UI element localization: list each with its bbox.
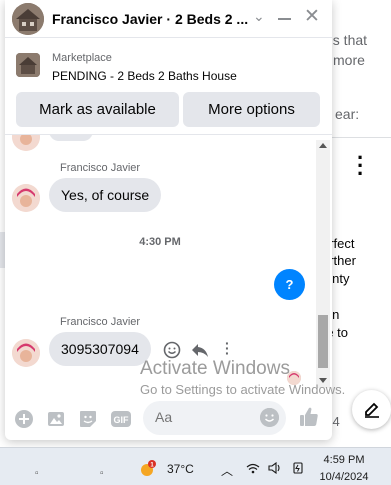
emoji-icon[interactable]: [260, 408, 279, 427]
chat-window: Francisco Javier · 2 Beds 2 ... ⌄ ✕ Mark…: [5, 0, 332, 440]
background-text: ear:: [335, 106, 360, 122]
speaker-icon: [268, 461, 280, 475]
sticker-face-icon: [80, 411, 96, 427]
chat-header[interactable]: Francisco Javier · 2 Beds 2 ... ⌄ ✕: [5, 0, 332, 38]
message-composer: GIF: [5, 398, 332, 440]
message-input[interactable]: [155, 409, 255, 425]
taskbar-app-icon[interactable]: ▫: [35, 468, 39, 479]
like-icon[interactable]: [298, 406, 320, 434]
sender-name: Francisco Javier: [60, 162, 141, 174]
new-message-button[interactable]: [352, 390, 391, 429]
message-bubble: 3095307094: [49, 332, 151, 366]
person-avatar-icon: [12, 339, 40, 367]
image-icon: [48, 412, 64, 426]
wifi-signal-icon: [246, 463, 260, 474]
gif-icon[interactable]: GIF: [110, 409, 132, 433]
sender-avatar: [12, 184, 40, 212]
chevron-down-icon[interactable]: ⌄: [253, 8, 265, 25]
person-avatar-icon: [12, 184, 40, 212]
house-thumbnail-icon: [12, 3, 44, 35]
marketplace-label: Marketplace: [52, 52, 112, 64]
scroll-up-arrow-icon[interactable]: [319, 143, 327, 148]
mark-as-available-button[interactable]: Mark as available: [16, 92, 179, 127]
time-separator: 4:30 PM: [139, 236, 181, 248]
listing-title: PENDING - 2 Beds 2 Baths House: [52, 69, 237, 83]
message-bubble: Yes, of course: [49, 178, 162, 212]
sent-message-bubble: ?: [274, 269, 305, 300]
clock-time[interactable]: 4:59 PM: [322, 454, 366, 466]
compose-icon: [364, 402, 379, 418]
taskbar: ▫ ▫ 1 37°C ︿ 4:59 PM 10/4/2024: [0, 447, 391, 485]
taskbar-app-icon[interactable]: ▫: [100, 468, 104, 479]
background-divider: [322, 137, 391, 138]
temperature[interactable]: 37°C: [167, 462, 194, 476]
plus-circle-icon: [15, 410, 33, 428]
sender-avatar: [12, 339, 40, 367]
listing-thumbnail: [16, 53, 40, 77]
seen-indicator-avatar: [287, 371, 301, 385]
add-icon[interactable]: [14, 409, 34, 433]
gif-label: GIF: [114, 415, 130, 425]
background-text: more: [333, 52, 365, 68]
battery-icon[interactable]: [292, 462, 304, 477]
thumbs-up-icon: [300, 407, 318, 426]
show-hidden-icons-chevron-up-icon[interactable]: ︿: [221, 462, 233, 479]
reply-icon[interactable]: [191, 342, 209, 361]
sender-avatar: [12, 135, 40, 151]
marketplace-card: Marketplace PENDING - 2 Beds 2 Baths Hou…: [5, 39, 332, 135]
person-avatar-icon: [287, 371, 301, 385]
weather-icon[interactable]: 1: [138, 460, 156, 476]
clock-date[interactable]: 10/4/2024: [318, 471, 370, 483]
more-options-button[interactable]: More options: [183, 92, 320, 127]
volume-icon[interactable]: [268, 461, 282, 477]
more-actions-icon[interactable]: · · ·: [225, 336, 230, 360]
message-scrollbar[interactable]: [316, 140, 330, 388]
smiley-icon: [163, 341, 181, 359]
scroll-down-arrow-icon[interactable]: [319, 378, 327, 383]
message-list: Francisco Javier Yes, of course 4:30 PM …: [5, 135, 332, 388]
minimize-icon[interactable]: [278, 18, 291, 20]
sender-name: Francisco Javier: [60, 316, 141, 328]
house-thumbnail-icon: [16, 53, 40, 77]
contact-avatar[interactable]: [12, 3, 44, 35]
sticker-icon[interactable]: [78, 409, 98, 433]
photo-icon[interactable]: [46, 409, 66, 433]
react-icon[interactable]: [163, 341, 181, 362]
wifi-icon[interactable]: [246, 462, 260, 477]
gif-badge-icon: GIF: [111, 411, 131, 427]
sun-icon: 1: [141, 460, 156, 476]
smiley-icon: [260, 408, 279, 427]
reply-arrow-icon: [192, 344, 208, 357]
message-bubble: [49, 135, 93, 141]
close-icon[interactable]: ✕: [304, 6, 320, 28]
more-options-icon[interactable]: · · ·: [357, 147, 364, 185]
person-avatar-icon: [12, 135, 40, 151]
scroll-thumb[interactable]: [318, 315, 328, 368]
battery-charging-icon: [293, 462, 303, 474]
chat-title[interactable]: Francisco Javier · 2 Beds 2 ...: [52, 11, 248, 27]
message-input-wrapper[interactable]: [143, 401, 286, 435]
